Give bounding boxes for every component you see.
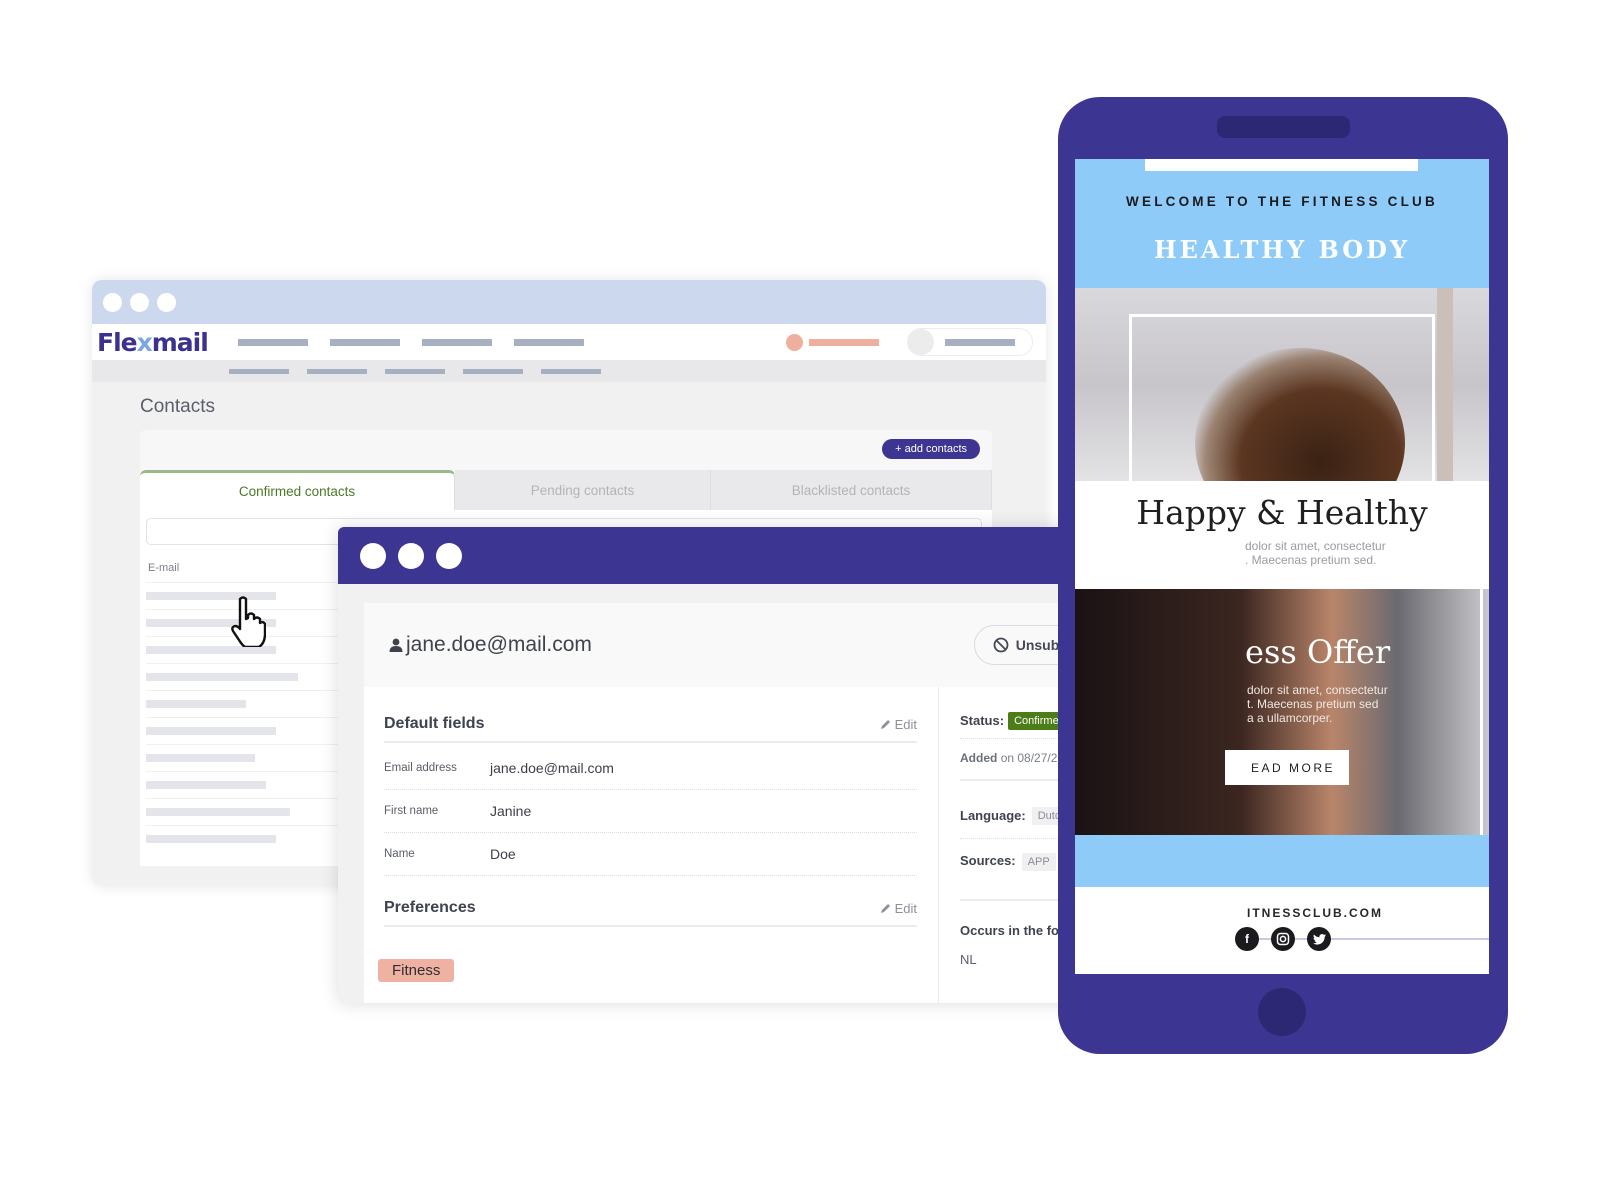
window-close-dot[interactable]: [103, 292, 122, 312]
field-label: Email address: [384, 762, 457, 774]
list-item[interactable]: [146, 798, 346, 825]
user-icon: [389, 638, 403, 652]
flexmail-logo[interactable]: Flexmail: [97, 328, 209, 357]
offer-photo: ess Offer dolor sit amet, consectetur t.…: [1075, 589, 1489, 835]
footer-band: [1075, 835, 1489, 887]
instagram-icon[interactable]: [1271, 927, 1295, 951]
photo-frame: [1129, 314, 1435, 481]
page-title: Contacts: [140, 396, 215, 417]
add-contacts-button[interactable]: + add contacts: [882, 439, 980, 459]
default-fields-edit-button[interactable]: Edit: [880, 717, 917, 732]
sources-label: Sources:: [960, 853, 1016, 868]
subnav-item-placeholder[interactable]: [385, 368, 445, 374]
contacts-tabs: Confirmed contacts Pending contacts Blac…: [140, 470, 992, 510]
hero-photo: [1075, 288, 1489, 481]
section-title: Happy & Healthy: [1136, 493, 1428, 532]
language-label: Language:: [960, 808, 1026, 823]
contact-heading: jane.doe@mail.com: [388, 633, 592, 657]
field-label: First name: [384, 805, 439, 817]
subnav-item-placeholder[interactable]: [307, 368, 367, 374]
account-name-placeholder: [945, 338, 1015, 346]
preference-tag[interactable]: Fitness: [378, 959, 455, 982]
user-menu[interactable]: [786, 334, 879, 351]
field-label: Name: [384, 848, 415, 860]
website-link[interactable]: ITNESSCLUB.COM: [1247, 906, 1383, 920]
email-hero: WELCOME TO THE FITNESS CLUB HEALTHY BODY: [1075, 159, 1489, 288]
status-label: Status:: [960, 713, 1005, 728]
subnav-item-placeholder[interactable]: [229, 368, 289, 374]
field-row-first-name: First name Janine: [384, 790, 917, 833]
tab-confirmed-contacts[interactable]: Confirmed contacts: [140, 470, 455, 510]
main-menu: [237, 338, 584, 346]
offer-title: ess Offer: [1245, 633, 1391, 671]
window-maximize-dot[interactable]: [157, 292, 176, 312]
field-row-name: Name Doe: [384, 833, 917, 876]
field-value: jane.doe@mail.com: [490, 760, 614, 776]
section-text: dolor sit amet, consectetur . Maecenas p…: [1245, 539, 1386, 567]
preferences-edit-button[interactable]: Edit: [880, 901, 917, 916]
hand-pointer-cursor-icon: [231, 596, 266, 647]
sub-navbar: [92, 360, 1046, 382]
welcome-text: WELCOME TO THE FITNESS CLUB: [1126, 194, 1438, 209]
user-name-placeholder: [809, 339, 879, 346]
hero-top-bar: [1145, 159, 1418, 171]
list-item[interactable]: [146, 744, 346, 771]
contact-email-title: jane.doe@mail.com: [406, 633, 592, 656]
preferences-header: Preferences Edit: [384, 891, 917, 927]
sources-tag: APP: [1021, 853, 1056, 871]
email-preview: WELCOME TO THE FITNESS CLUB HEALTHY BODY…: [1075, 159, 1489, 974]
field-value: Doe: [490, 846, 516, 862]
facebook-icon[interactable]: f: [1235, 927, 1259, 951]
list-item[interactable]: [146, 825, 346, 852]
subnav-item-placeholder[interactable]: [541, 368, 601, 374]
marketing-composite: Flexmail Contacts + add contacts Confirm…: [0, 0, 1600, 1200]
hero-headline: HEALTHY BODY: [1153, 235, 1411, 264]
twitter-icon[interactable]: [1307, 927, 1331, 951]
account-avatar: [908, 329, 934, 355]
menu-item-placeholder[interactable]: [237, 338, 308, 346]
list-item[interactable]: [146, 717, 346, 744]
account-switcher[interactable]: [907, 328, 1033, 356]
added-label: Added: [960, 751, 998, 765]
top-navbar: Flexmail: [92, 324, 1046, 360]
menu-item-placeholder[interactable]: [421, 338, 492, 346]
column-header-email[interactable]: E-mail: [148, 562, 179, 574]
field-value: Janine: [490, 803, 532, 819]
default-fields-title: Default fields: [384, 715, 485, 732]
preferences-title: Preferences: [384, 899, 476, 916]
menu-item-placeholder[interactable]: [329, 338, 400, 346]
window-maximize-dot[interactable]: [436, 542, 462, 569]
read-more-button[interactable]: EAD MORE: [1225, 750, 1349, 785]
menu-item-placeholder[interactable]: [513, 338, 584, 346]
list-item[interactable]: [146, 771, 346, 798]
list-item[interactable]: [146, 663, 346, 690]
default-fields-header: Default fields Edit: [384, 707, 917, 743]
list-item[interactable]: [146, 690, 346, 717]
fields-column: Default fields Edit Email address jane.d…: [378, 687, 917, 1003]
subnav-item-placeholder[interactable]: [463, 368, 523, 374]
pencil-icon: [880, 719, 890, 729]
phone-home-button[interactable]: [1258, 988, 1306, 1036]
block-icon: [993, 637, 1009, 653]
photo-background-post: [1437, 288, 1453, 481]
tab-blacklisted-contacts[interactable]: Blacklisted contacts: [711, 470, 992, 510]
window-close-dot[interactable]: [360, 542, 386, 569]
pencil-icon: [880, 903, 890, 913]
window-minimize-dot[interactable]: [130, 292, 149, 312]
tab-pending-contacts[interactable]: Pending contacts: [455, 470, 711, 510]
user-avatar: [786, 334, 803, 351]
phone-mockup: WELCOME TO THE FITNESS CLUB HEALTHY BODY…: [1058, 97, 1508, 1054]
window-titlebar: [92, 280, 1046, 324]
phone-speaker: [1217, 116, 1350, 138]
field-row-email: Email address jane.doe@mail.com: [384, 747, 917, 790]
window-minimize-dot[interactable]: [398, 542, 424, 569]
social-links: f: [1235, 927, 1331, 951]
offer-text: dolor sit amet, consectetur t. Maecenas …: [1247, 683, 1388, 725]
